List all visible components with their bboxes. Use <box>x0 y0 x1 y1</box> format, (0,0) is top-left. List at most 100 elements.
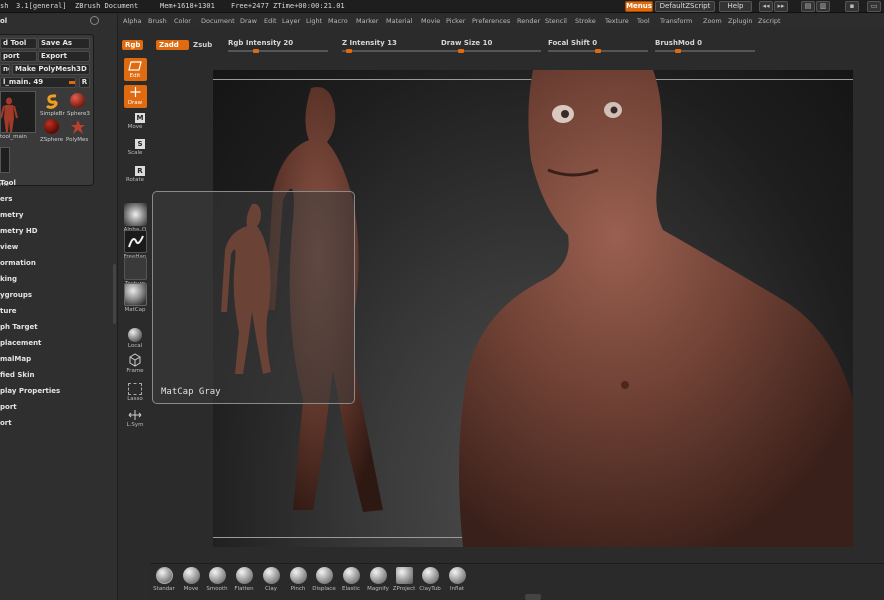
menu-export[interactable]: ort <box>0 419 12 427</box>
draw-size-slider[interactable]: Draw Size 10 <box>441 39 541 53</box>
help-button[interactable]: Help <box>719 1 752 12</box>
shelf-collapse-handle[interactable] <box>525 594 541 600</box>
menu-movie[interactable]: Movie <box>421 17 440 25</box>
matcap-button[interactable]: MatCap <box>123 283 147 313</box>
focal-shift-slider[interactable]: Focal Shift 0 <box>548 39 648 53</box>
brush-zproject[interactable]: ZProject <box>393 567 415 592</box>
rotate-button[interactable]: R Rotate <box>123 166 147 183</box>
rgb-intensity-slider[interactable]: Rgb Intensity 20 <box>228 39 328 53</box>
brush-move[interactable]: Move <box>180 567 202 592</box>
menu-marker[interactable]: Marker <box>356 17 378 25</box>
clone-button[interactable]: ne <box>0 64 10 75</box>
menu-alpha[interactable]: Alpha <box>123 17 141 25</box>
load-tool-button[interactable]: d Tool <box>0 38 37 49</box>
brush-flatten[interactable]: Flatten <box>233 567 255 592</box>
lsym-button[interactable]: L.Sym <box>123 409 147 428</box>
lock-icon[interactable]: ▪ <box>845 1 859 12</box>
slider-track[interactable] <box>441 50 541 52</box>
menu-layer[interactable]: Layer <box>282 17 300 25</box>
refresh-icon[interactable] <box>90 16 99 25</box>
slider-track[interactable] <box>228 50 328 52</box>
menu-material[interactable]: Material <box>386 17 412 25</box>
menu-subtool[interactable]: ers <box>0 195 12 203</box>
slider-knob[interactable] <box>69 81 75 84</box>
rgb-toggle[interactable]: Rgb <box>122 40 144 50</box>
export-button[interactable]: Export <box>38 51 90 62</box>
brush-clay[interactable]: Clay <box>260 567 282 592</box>
menu-deformation[interactable]: ormation <box>0 259 36 267</box>
minimize-icon[interactable]: ▭ <box>867 1 881 12</box>
menu-document[interactable]: Document <box>201 17 235 25</box>
layout2-icon[interactable]: ▥ <box>816 1 830 12</box>
menu-texture[interactable]: Texture <box>605 17 629 25</box>
tool-slider[interactable]: l_main. 49 <box>0 77 76 88</box>
menu-displacement[interactable]: placement <box>0 339 41 347</box>
move-button[interactable]: M Move <box>123 113 147 130</box>
menu-zplugin[interactable]: Zplugin <box>728 17 753 25</box>
brush-standard[interactable]: Standar <box>153 567 175 592</box>
frame-button[interactable]: Frame <box>123 353 147 374</box>
menu-stencil[interactable]: Stencil <box>545 17 567 25</box>
draw-button[interactable]: Draw <box>123 85 147 108</box>
rewind-icon[interactable]: ◂◂ <box>759 1 773 12</box>
menu-picker[interactable]: Picker <box>446 17 465 25</box>
brush-pinch[interactable]: Pinch <box>287 567 309 592</box>
menu-transform[interactable]: Transform <box>660 17 692 25</box>
menu-render[interactable]: Render <box>517 17 540 25</box>
make-polymesh-button[interactable]: Make PolyMesh3D <box>12 64 90 75</box>
polymesh-icon[interactable] <box>70 119 86 135</box>
brush-displace[interactable]: Displace <box>312 567 336 592</box>
default-zscript-button[interactable]: DefaultZScript <box>655 1 715 12</box>
brush-inflat[interactable]: Inflat <box>446 567 468 592</box>
menu-morph-target[interactable]: ph Target <box>0 323 38 331</box>
lasso-button[interactable]: Lasso <box>123 383 147 402</box>
current-tool-thumbnail[interactable] <box>0 91 36 133</box>
menu-preferences[interactable]: Preferences <box>472 17 510 25</box>
menu-geometry-hd[interactable]: metry HD <box>0 227 38 235</box>
brushmod-slider[interactable]: BrushMod 0 <box>655 39 755 53</box>
menus-button[interactable]: Menus <box>625 1 653 12</box>
slider-track[interactable] <box>342 50 442 52</box>
import-button[interactable]: port <box>0 51 37 62</box>
menu-macro[interactable]: Macro <box>328 17 348 25</box>
zsphere-icon[interactable] <box>44 119 59 134</box>
z-intensity-slider[interactable]: Z Intensity 13 <box>342 39 442 53</box>
menu-draw[interactable]: Draw <box>240 17 257 25</box>
menu-unified-skin[interactable]: fied Skin <box>0 371 34 379</box>
menu-brush[interactable]: Brush <box>148 17 167 25</box>
save-as-button[interactable]: Save As <box>38 38 90 49</box>
menu-tool[interactable]: Tool <box>0 179 16 187</box>
menu-texture[interactable]: ture <box>0 307 17 315</box>
menu-import[interactable]: port <box>0 403 17 411</box>
forward-icon[interactable]: ▸▸ <box>774 1 788 12</box>
menu-edit[interactable]: Edit <box>264 17 277 25</box>
menu-display-properties[interactable]: play Properties <box>0 387 60 395</box>
brush-claytubes[interactable]: ClayTub <box>419 567 441 592</box>
r-button[interactable]: R <box>79 77 90 88</box>
edit-button[interactable]: Edit <box>123 58 147 81</box>
scale-button[interactable]: S Scale <box>123 139 147 156</box>
menu-polygroups[interactable]: ygroups <box>0 291 32 299</box>
zsub-toggle[interactable]: Zsub <box>190 40 215 50</box>
menu-light[interactable]: Light <box>306 17 322 25</box>
menu-normalmap[interactable]: malMap <box>0 355 31 363</box>
layout-icon[interactable]: ▤ <box>801 1 815 12</box>
brush-elastic[interactable]: Elastic <box>340 567 362 592</box>
menu-stroke[interactable]: Stroke <box>575 17 596 25</box>
menu-zscript[interactable]: Zscript <box>758 17 781 25</box>
menu-geometry[interactable]: metry <box>0 211 23 219</box>
slider-track[interactable] <box>655 50 755 52</box>
stroke-button[interactable]: FreeHan <box>123 230 147 260</box>
alpha-button[interactable]: Alpha_O <box>123 203 147 233</box>
menu-color[interactable]: Color <box>174 17 191 25</box>
simple-brush-icon[interactable] <box>44 93 60 109</box>
menu-tool[interactable]: Tool <box>637 17 650 25</box>
brush-smooth[interactable]: Smooth <box>206 567 228 592</box>
menu-preview[interactable]: view <box>0 243 18 251</box>
extra-tool-thumbnail[interactable] <box>0 147 10 173</box>
sphere3d-icon[interactable] <box>70 93 85 108</box>
menu-masking[interactable]: king <box>0 275 17 283</box>
brush-magnify[interactable]: Magnify <box>367 567 389 592</box>
panel-scrollbar[interactable] <box>113 264 116 324</box>
local-button[interactable]: Local <box>123 328 147 349</box>
